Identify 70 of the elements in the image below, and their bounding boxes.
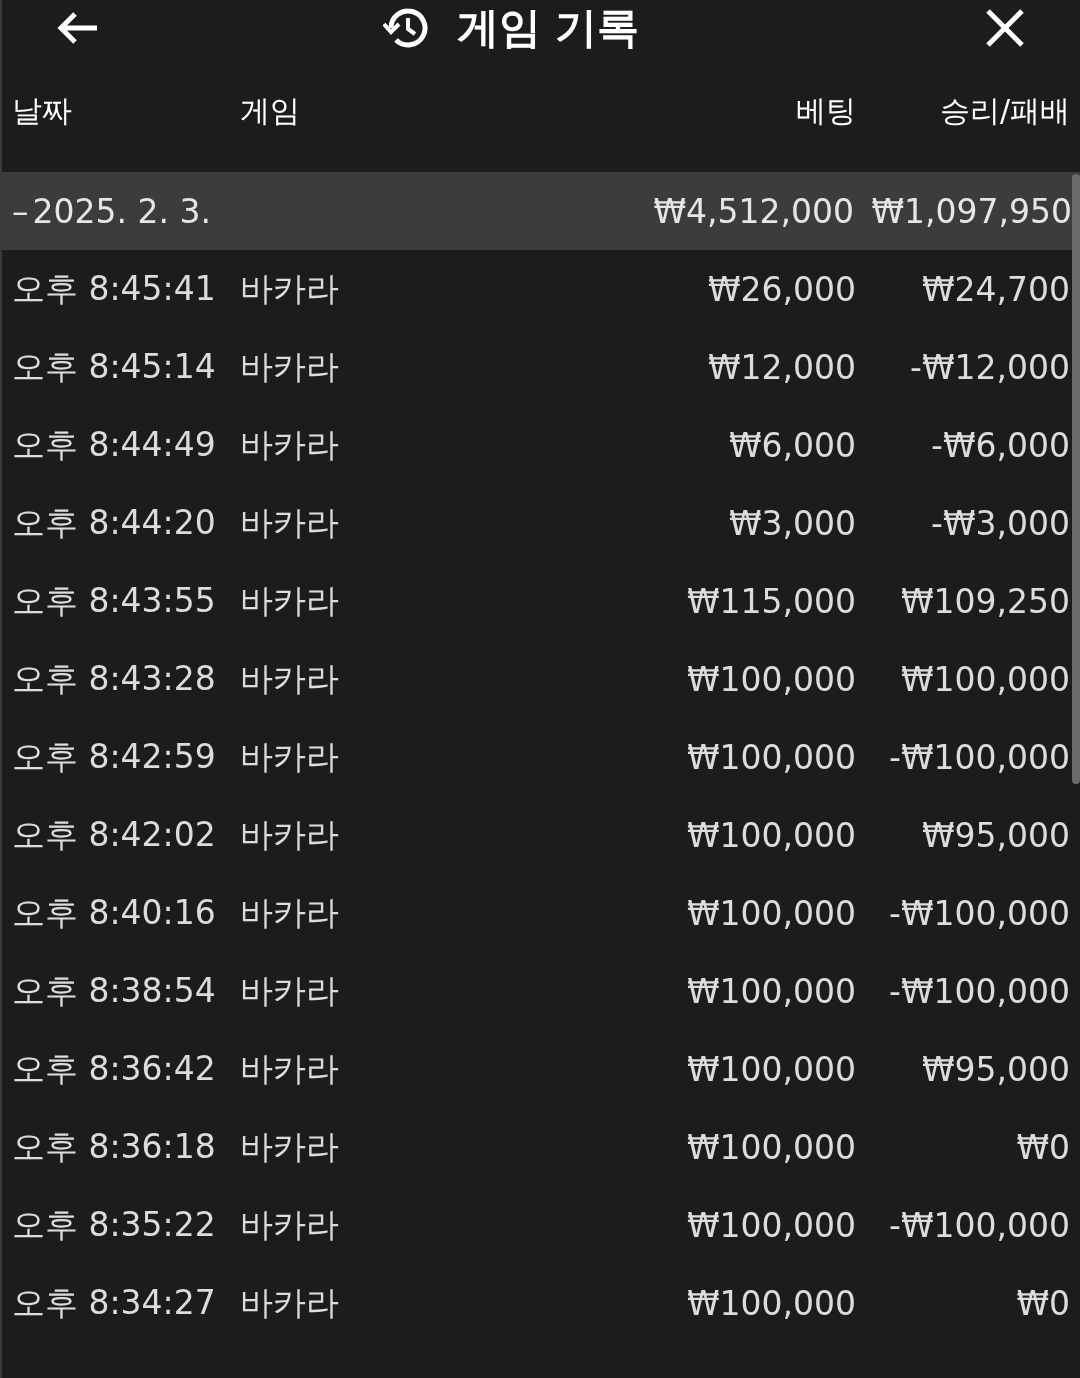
game-cell-text: 바카라 <box>240 735 340 778</box>
time-cell-text: 오후 8:44:20 <box>12 501 217 544</box>
game-cell-text: 바카라 <box>240 891 340 934</box>
time-cell-text: 오후 8:38:54 <box>12 969 217 1012</box>
game-cell-text: 바카라 <box>240 579 340 622</box>
back-arrow-icon <box>55 10 99 46</box>
result-cell-text: ₩0 <box>1015 1283 1070 1323</box>
bet-cell-text: ₩3,000 <box>727 503 856 543</box>
column-header: 날짜 <box>12 91 73 130</box>
collapse-toggle[interactable]: – <box>12 191 29 231</box>
game-cell-text: 바카라 <box>240 267 340 310</box>
time-cell-text: 오후 8:34:27 <box>12 1281 217 1324</box>
time-cell-text: 오후 8:43:55 <box>12 579 217 622</box>
game-cell-text: 바카라 <box>240 813 340 856</box>
time-cell-text: 오후 8:45:14 <box>12 345 217 388</box>
page-title: 게임 기록 <box>456 2 640 54</box>
column-header: 베팅 <box>795 91 856 130</box>
game-cell-text: 바카라 <box>240 1203 340 1246</box>
result-cell-text: -₩100,000 <box>888 893 1070 933</box>
scrollbar[interactable] <box>1072 174 1080 784</box>
history-icon <box>382 6 431 50</box>
bet-cell-text: ₩26,000 <box>706 269 856 309</box>
time-cell-text: 오후 8:45:41 <box>12 267 217 310</box>
bet-cell-text: ₩100,000 <box>685 1283 856 1323</box>
game-cell-text: 바카라 <box>240 1125 340 1168</box>
column-header: 게임 <box>240 91 301 130</box>
time-cell-text: 오후 8:40:16 <box>12 891 217 934</box>
group-result-total: ₩1,097,950 <box>870 191 1072 231</box>
bet-cell-text: ₩100,000 <box>685 1049 856 1089</box>
result-cell-text: ₩100,000 <box>899 659 1070 699</box>
game-cell-text: 바카라 <box>240 657 340 700</box>
result-cell-text: -₩3,000 <box>930 503 1070 543</box>
bet-cell-text: ₩115,000 <box>685 581 856 621</box>
result-cell-text: ₩24,700 <box>920 269 1070 309</box>
column-header: 승리/패배 <box>938 91 1070 130</box>
date-group-row[interactable]: –2025. 2. 3. ₩4,512,000 ₩1,097,950 <box>2 172 1080 250</box>
time-cell-text: 오후 8:42:02 <box>12 813 217 856</box>
result-cell-text: -₩100,000 <box>888 737 1070 777</box>
close-icon <box>985 8 1025 48</box>
bet-cell-text: ₩100,000 <box>685 1127 856 1167</box>
result-cell-text: ₩0 <box>1015 1127 1070 1167</box>
time-cell-text: 오후 8:36:42 <box>12 1047 217 1090</box>
game-cell-text: 바카라 <box>240 345 340 388</box>
time-cell-text: 오후 8:43:28 <box>12 657 217 700</box>
result-cell-text: -₩100,000 <box>888 1205 1070 1245</box>
group-date: 2025. 2. 3. <box>32 191 211 231</box>
bet-cell-text: ₩100,000 <box>685 971 856 1011</box>
bet-cell-text: ₩100,000 <box>685 737 856 777</box>
time-cell-text: 오후 8:35:22 <box>12 1203 217 1246</box>
group-bet-total: ₩4,512,000 <box>652 191 854 231</box>
time-cell-text: 오후 8:42:59 <box>12 735 217 778</box>
time-cell-text: 오후 8:44:49 <box>12 423 217 466</box>
result-cell-text: ₩109,250 <box>899 581 1070 621</box>
game-cell-text: 바카라 <box>240 1281 340 1324</box>
bet-cell-text: ₩100,000 <box>685 815 856 855</box>
result-cell-text: ₩95,000 <box>920 815 1070 855</box>
result-cell-text: -₩6,000 <box>930 425 1070 465</box>
bet-cell-text: ₩100,000 <box>685 1205 856 1245</box>
bet-cell-text: ₩100,000 <box>685 893 856 933</box>
result-cell-text: -₩100,000 <box>888 971 1070 1011</box>
game-cell-text: 바카라 <box>240 969 340 1012</box>
result-cell-text: -₩12,000 <box>909 347 1070 387</box>
game-cell-text: 바카라 <box>240 423 340 466</box>
result-cell-text: ₩95,000 <box>920 1049 1070 1089</box>
bet-cell-text: ₩100,000 <box>685 659 856 699</box>
game-cell-text: 바카라 <box>240 1047 340 1090</box>
game-cell-text: 바카라 <box>240 501 340 544</box>
bet-cell-text: ₩12,000 <box>706 347 856 387</box>
bet-cell-text: ₩6,000 <box>727 425 856 465</box>
time-cell-text: 오후 8:36:18 <box>12 1125 217 1168</box>
